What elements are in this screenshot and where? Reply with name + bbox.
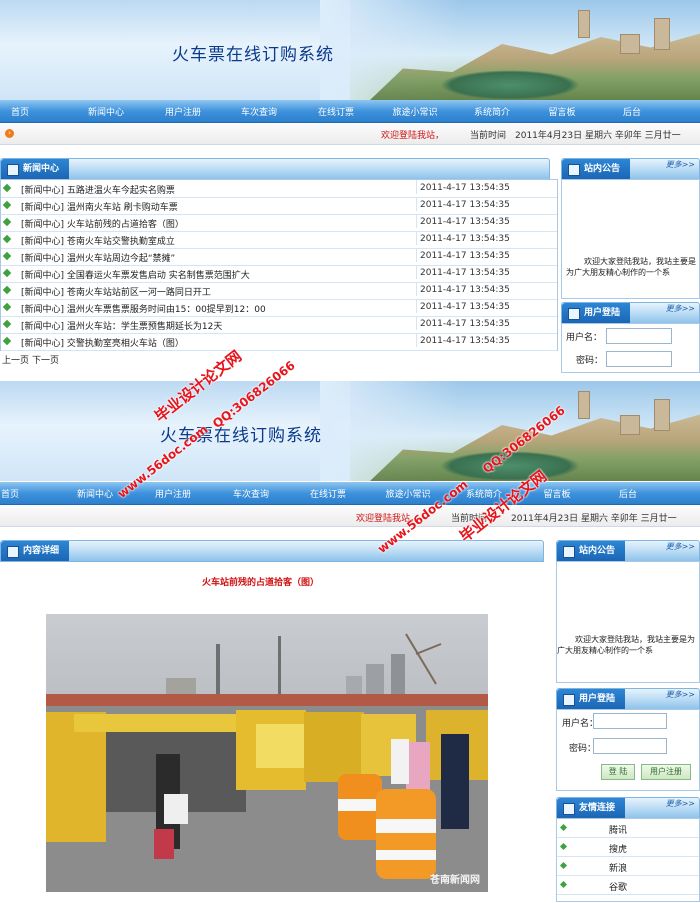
- links-header: 友情连接 更多>>: [556, 797, 700, 819]
- list-item[interactable]: [新闻中心] 温州南火车站 刷卡购动车票 2011-4-17 13:54:35: [1, 197, 557, 215]
- password-label: 密码：: [569, 744, 597, 754]
- nav-travel-tips[interactable]: 旅途小常识: [385, 487, 430, 500]
- password-input[interactable]: [593, 738, 667, 754]
- login-box: 用户名： 密码：: [561, 323, 700, 373]
- list-item[interactable]: [新闻中心] 温州火车站周边今起“禁摊” 2011-4-17 13:54:35: [1, 248, 557, 266]
- login-box-2: 用户名： 密码： 登 陆 用户注册: [556, 709, 700, 791]
- list-item[interactable]: [新闻中心] 温州火车票售票服务时间由15：00提早到12：00 2011-4-1…: [1, 299, 557, 317]
- username-input[interactable]: [606, 328, 672, 344]
- news-list: [新闻中心] 五路进温火车今起实名购票 2011-4-17 13:54:35 [新…: [0, 179, 558, 351]
- article-title: 火车站前残的占道拾客（图）: [202, 578, 320, 588]
- nav-about[interactable]: 系统简介: [474, 105, 510, 118]
- bullet-icon: [559, 823, 568, 832]
- password-input[interactable]: [606, 351, 672, 367]
- bullet-icon: [2, 217, 12, 227]
- banner-2: [0, 381, 700, 481]
- list-item[interactable]: [新闻中心] 苍南火车站交警执勤室成立 2011-4-17 13:54:35: [1, 231, 557, 249]
- main-nav: 首页 新闻中心 用户注册 车次查询 在线订票 旅途小常识 系统简介 留言板 后台: [0, 100, 700, 123]
- bullet-icon: [2, 319, 12, 329]
- notice-header-2: 站内公告 更多>>: [556, 540, 700, 562]
- links-list: 腾讯 搜虎 新浪 谷歌: [556, 818, 700, 902]
- news-header-title: 新闻中心: [1, 159, 70, 179]
- site-title: 火车票在线订购系统: [172, 45, 334, 65]
- list-item[interactable]: [新闻中心] 火车站前残的占道拾客（图） 2011-4-17 13:54:35: [1, 214, 557, 232]
- bullet-icon: [2, 268, 12, 278]
- status-bar-2: 欢迎登陆我站， 当前时间 2011年4月23日 星期六 辛卯年 三月廿一: [0, 506, 700, 527]
- nav-guestbook[interactable]: 留言板: [548, 105, 575, 118]
- nav-admin[interactable]: 后台: [623, 105, 641, 118]
- notice-text: 欢迎大家登陆我站，我站主要是为广大朋友精心制作的一个系: [557, 635, 695, 655]
- notice-box-2: 欢迎大家登陆我站，我站主要是为广大朋友精心制作的一个系: [556, 561, 700, 683]
- register-button[interactable]: 用户注册: [641, 764, 691, 780]
- nav-news[interactable]: 新闻中心: [77, 487, 113, 500]
- article-photo: 苍南新闻网: [46, 614, 488, 892]
- bullet-icon: [2, 336, 12, 346]
- list-item[interactable]: 腾讯: [557, 819, 699, 838]
- notice-text: 欢迎大家登陆我站，我站主要是为广大朋友精心制作的一个系: [566, 257, 696, 277]
- news-header: 新闻中心: [0, 158, 550, 180]
- bullet-icon: [2, 183, 12, 193]
- notice-header: 站内公告 更多>>: [561, 158, 700, 180]
- nav-travel-tips[interactable]: 旅途小常识: [392, 105, 437, 118]
- nav-news[interactable]: 新闻中心: [88, 105, 124, 118]
- nav-home[interactable]: 首页: [1, 487, 19, 500]
- nav-booking[interactable]: 在线订票: [310, 487, 346, 500]
- list-item[interactable]: 谷歌: [557, 876, 699, 895]
- list-item[interactable]: [新闻中心] 温州火车站：学生票预售期延长为12天 2011-4-17 13:54…: [1, 316, 557, 334]
- list-item[interactable]: [新闻中心] 五路进温火车今起实名购票 2011-4-17 13:54:35: [1, 180, 557, 198]
- photo-caption: 苍南新闻网: [430, 875, 480, 886]
- bullet-icon: [559, 880, 568, 889]
- login-header-2: 用户登陆 更多>>: [556, 688, 700, 710]
- notice-box: 欢迎大家登陆我站，我站主要是为广大朋友精心制作的一个系: [561, 179, 700, 299]
- pager-next[interactable]: 下一页: [32, 353, 59, 366]
- nav-train-query[interactable]: 车次查询: [233, 487, 269, 500]
- list-item[interactable]: 新浪: [557, 857, 699, 876]
- bullet-icon: [559, 861, 568, 870]
- detail-header: 内容详细: [0, 540, 544, 562]
- nav-admin[interactable]: 后台: [619, 487, 637, 500]
- pager-prev[interactable]: 上一页: [2, 353, 29, 366]
- username-input[interactable]: [593, 713, 667, 729]
- main-nav-2: 首页 新闻中心 用户注册 车次查询 在线订票 旅途小常识 系统简介 留言板 后台: [0, 482, 700, 505]
- list-item[interactable]: [新闻中心] 交警执勤室亮相火车站（图） 2011-4-17 13:54:35: [1, 333, 557, 351]
- bullet-icon: [2, 285, 12, 295]
- banner-1: [0, 0, 700, 100]
- bullet-icon: [2, 200, 12, 210]
- notice-more-link[interactable]: 更多>>: [666, 159, 695, 170]
- login-button[interactable]: 登 陆: [601, 764, 635, 780]
- bullet-icon: [2, 234, 12, 244]
- nav-train-query[interactable]: 车次查询: [241, 105, 277, 118]
- bullet-icon: [559, 842, 568, 851]
- nav-register[interactable]: 用户注册: [155, 487, 191, 500]
- list-item[interactable]: [新闻中心] 全国春运火车票发售启动 实名制售票范围扩大 2011-4-17 13…: [1, 265, 557, 283]
- date-text: 2011年4月23日 星期六 辛卯年 三月廿一: [515, 131, 681, 141]
- date-text: 2011年4月23日 星期六 辛卯年 三月廿一: [511, 514, 677, 524]
- username-label: 用户名：: [566, 333, 603, 343]
- bullet-icon: [2, 302, 12, 312]
- nav-booking[interactable]: 在线订票: [318, 105, 354, 118]
- welcome-text: 欢迎登陆我站，: [381, 131, 445, 141]
- nav-guestbook[interactable]: 留言板: [543, 487, 570, 500]
- arrow-icon: ›: [5, 129, 14, 138]
- login-header: 用户登陆 更多>>: [561, 302, 700, 324]
- list-item[interactable]: 搜虎: [557, 838, 699, 857]
- bullet-icon: [2, 251, 12, 261]
- status-bar: › 欢迎登陆我站， 当前时间 2011年4月23日 星期六 辛卯年 三月廿一: [0, 124, 700, 145]
- detail-header-title: 内容详细: [1, 541, 70, 561]
- list-item[interactable]: [新闻中心] 苍南火车站站前区一河一路同日开工 2011-4-17 13:54:3…: [1, 282, 557, 300]
- nav-register[interactable]: 用户注册: [165, 105, 201, 118]
- time-label: 当前时间: [470, 131, 507, 141]
- password-label: 密码：: [576, 356, 604, 366]
- nav-home[interactable]: 首页: [11, 105, 29, 118]
